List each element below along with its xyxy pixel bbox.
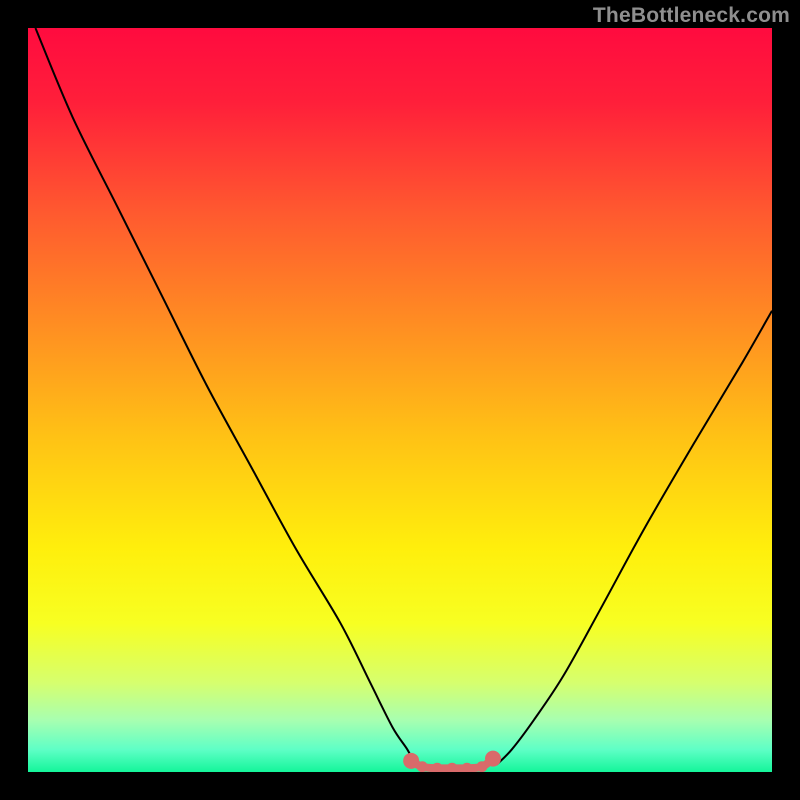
valley-dot [461, 763, 472, 772]
valley-dot [447, 763, 458, 772]
right-curve [497, 311, 772, 765]
valley-dot [485, 751, 501, 767]
valley-dot [417, 761, 428, 772]
curve-layer [28, 28, 772, 772]
valley-dot [476, 761, 487, 772]
chart-frame: TheBottleneck.com [0, 0, 800, 800]
left-curve [35, 28, 414, 765]
watermark-text: TheBottleneck.com [593, 4, 790, 28]
plot-area [28, 28, 772, 772]
valley-dot [403, 753, 419, 769]
valley-marker-dots [403, 751, 501, 772]
